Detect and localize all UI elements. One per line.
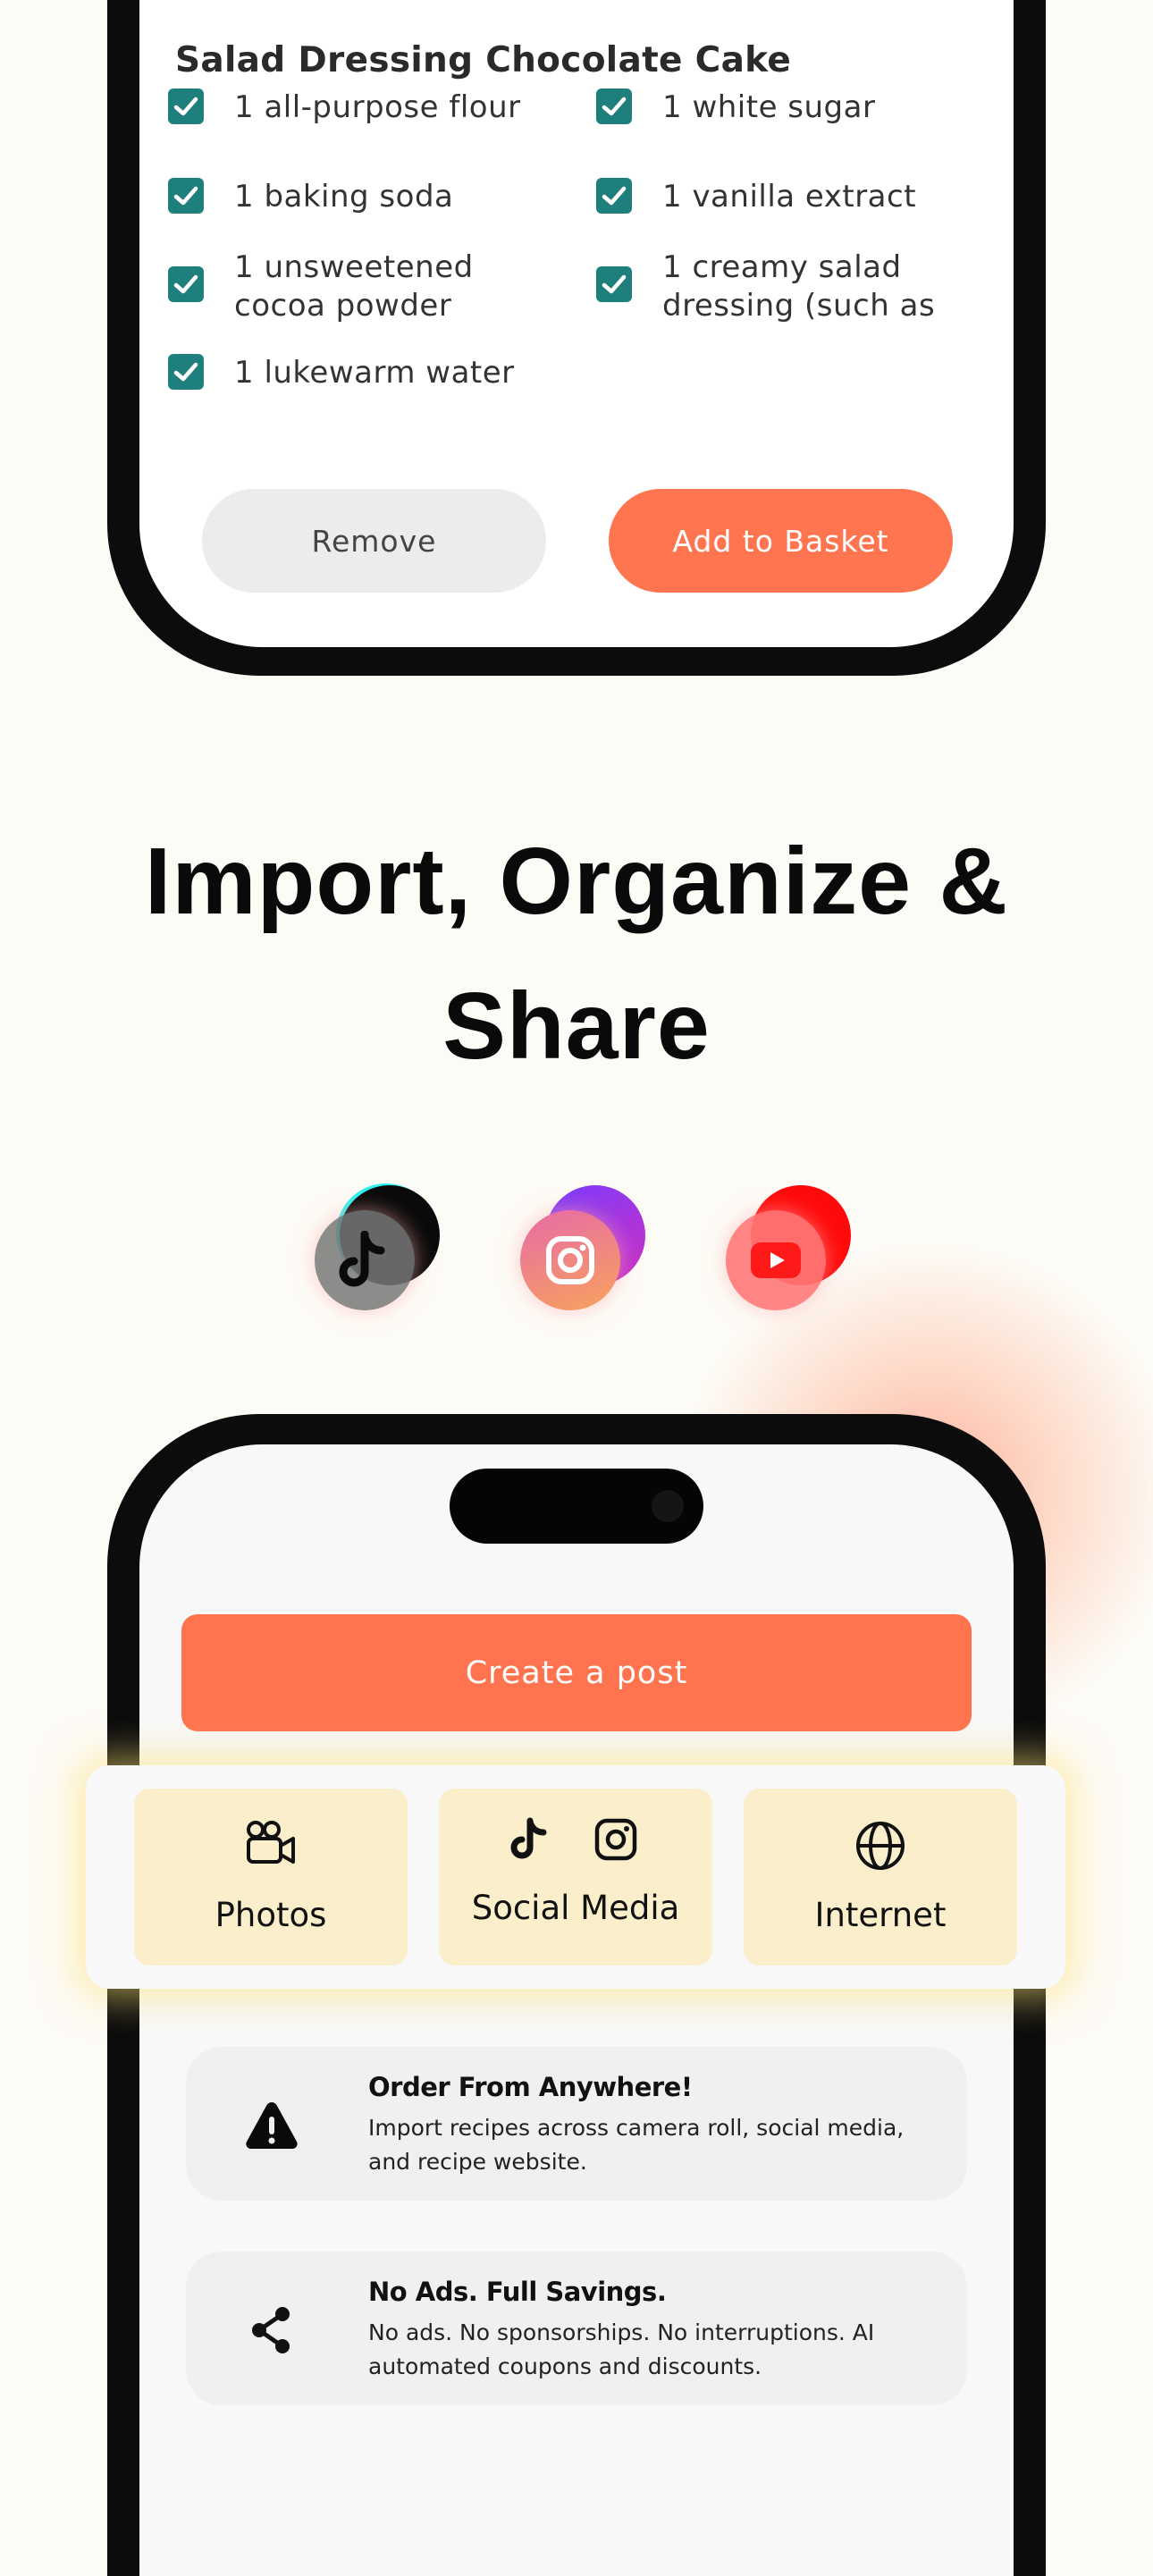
import-option-label: Social Media [471,1889,680,1927]
globe-icon [854,1819,907,1876]
import-options-panel: Photos Social Media Internet [86,1765,1065,1989]
feature-card: Order From Anywhere! Import recipes acro… [186,2047,967,2201]
video-camera-icon [245,1819,297,1869]
ingredient-label: 1 creamy salad dressing (such as [662,249,936,324]
instagram-icon [593,1817,638,1865]
ingredient-item[interactable]: 1 vanilla extract [596,178,916,216]
headline-line-1: Import, Organize & [144,829,1009,934]
ingredient-label: 1 unsweetened cocoa powder [234,249,474,324]
feature-description: Import recipes across camera roll, socia… [368,2115,905,2175]
instagram-bubble [520,1185,645,1310]
dynamic-island [450,1469,703,1544]
headline-line-2: Share [442,973,711,1079]
ingredient-label: 1 white sugar [662,89,876,125]
feature-title: Order From Anywhere! [368,2072,693,2102]
youtube-bubble [726,1185,851,1310]
ingredient-item[interactable]: 1 all-purpose flour [168,88,521,127]
checkbox-checked-icon[interactable] [168,88,204,124]
tiktok-bubble [315,1185,440,1310]
instagram-icon [520,1210,620,1310]
checkbox-checked-icon[interactable] [168,266,204,302]
ingredient-label: 1 baking soda [234,179,454,215]
ingredient-label: 1 vanilla extract [662,179,917,215]
feature-description: No ads. No sponsorships. No interruption… [368,2319,875,2379]
headline: Import, Organize & Share [0,809,1153,1099]
recipe-title: Salad Dressing Chocolate Cake [175,40,792,80]
checkbox-checked-icon[interactable] [596,88,632,124]
import-option-label: Internet [814,1896,947,1934]
ingredient-item[interactable]: 1 white sugar [596,88,875,127]
feature-title: No Ads. Full Savings. [368,2277,667,2307]
warning-icon [243,2097,300,2154]
ingredient-item[interactable]: 1 creamy salad dressing (such as [596,249,957,325]
tiktok-icon [315,1210,415,1310]
share-icon [243,2302,300,2359]
import-option-internet[interactable]: Internet [744,1789,1017,1966]
ingredient-item[interactable]: 1 unsweetened cocoa powder [168,249,484,325]
checkbox-checked-icon[interactable] [596,266,632,302]
checkbox-checked-icon[interactable] [168,178,204,214]
remove-button[interactable]: Remove [202,489,546,593]
import-option-label: Photos [215,1896,327,1934]
checkbox-checked-icon[interactable] [596,178,632,214]
camera-icon [652,1490,684,1522]
import-option-photos[interactable]: Photos [134,1789,408,1966]
ingredient-item[interactable]: 1 lukewarm water [168,354,515,392]
tiktok-icon [510,1817,551,1865]
ingredient-item[interactable]: 1 baking soda [168,178,453,216]
youtube-icon [726,1210,826,1310]
ingredient-label: 1 all-purpose flour [234,89,521,125]
feature-card: No Ads. Full Savings. No ads. No sponsor… [186,2252,967,2405]
create-post-button[interactable]: Create a post [181,1614,972,1731]
checkbox-checked-icon[interactable] [168,354,204,390]
import-option-social-media[interactable]: Social Media [439,1789,712,1966]
add-to-basket-button[interactable]: Add to Basket [609,489,953,593]
ingredient-label: 1 lukewarm water [234,355,515,391]
